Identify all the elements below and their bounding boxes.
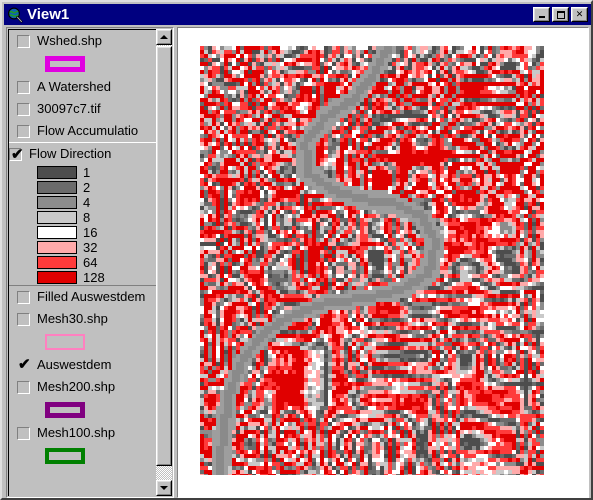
layer-header[interactable]: ✔ Auswestdem [17,354,157,376]
legend-item[interactable]: 4 [9,195,157,210]
polygon-symbol [45,402,85,418]
flow-direction-raster [200,46,544,475]
toc-scrollbar[interactable] [156,29,172,496]
legend-swatch [37,271,77,284]
layer-item[interactable]: ✔ Auswestdem [9,354,157,376]
legend-item[interactable]: 1 [9,165,157,180]
legend-swatch [37,181,77,194]
map-view[interactable] [177,27,589,498]
globe-magnifier-icon [7,7,23,23]
layer-header[interactable]: Mesh200.shp [17,376,157,398]
layer-header[interactable]: A Watershed [17,76,157,98]
checkmark-icon: ✔ [11,145,24,163]
legend-label: 16 [83,225,98,240]
polygon-symbol [45,334,85,350]
layer-name-label: Flow Direction [29,146,112,161]
view-window: View1 ✕ Wshed.shp A Watershed 30097c7.tif F… [0,0,593,500]
maximize-button[interactable] [552,7,569,22]
layer-symbol-row[interactable] [17,330,157,354]
layer-header[interactable]: 30097c7.tif [17,98,157,120]
legend-swatch [37,256,77,269]
legend-swatch [37,211,77,224]
layer-visibility-checkbox[interactable] [17,124,30,138]
client-area: Wshed.shp A Watershed 30097c7.tif Flow Accu… [6,27,589,498]
layer-visibility-checkbox[interactable]: ✔ [9,145,24,163]
scroll-up-arrow[interactable] [156,29,172,45]
title-bar-buttons: ✕ [533,7,588,22]
checkmark-icon: ✔ [18,355,31,373]
legend-label: 32 [83,240,98,255]
layer-name-label: Mesh100.shp [37,425,116,440]
legend-swatch [37,196,77,209]
legend-swatch [37,226,77,239]
layer-name-label: Mesh200.shp [37,379,116,394]
legend-label: 2 [83,180,91,195]
layer-visibility-checkbox[interactable] [17,380,30,394]
legend-item[interactable]: 128 [9,270,157,285]
layer-visibility-checkbox[interactable] [17,312,30,326]
chevron-up-icon [160,35,168,39]
polygon-symbol [45,56,85,72]
legend-swatch [37,241,77,254]
scroll-thumb[interactable] [156,46,172,466]
map-canvas[interactable] [179,29,587,496]
layer-name-label: Filled Auswestdem [37,289,146,304]
layer-item[interactable]: Flow Accumulatio [9,120,157,142]
layer-visibility-checkbox[interactable] [17,102,30,116]
layer-name-label: 30097c7.tif [37,101,101,116]
layer-visibility-checkbox[interactable] [17,426,30,440]
layer-item[interactable]: 30097c7.tif [9,98,157,120]
legend-item[interactable]: 2 [9,180,157,195]
legend-label: 128 [83,270,105,285]
layer-item[interactable]: ✔ Flow Direction 1 2 4 8 16 32 64 128 [9,142,157,286]
close-icon: ✕ [575,9,584,19]
layer-name-label: Wshed.shp [37,33,103,48]
legend-label: 4 [83,195,91,210]
layer-visibility-checkbox[interactable] [17,80,30,94]
layer-name-label: Mesh30.shp [37,311,108,326]
layer-name-label: A Watershed [37,79,111,94]
layer-visibility-checkbox[interactable]: ✔ [17,355,31,373]
title-bar: View1 ✕ [4,4,591,25]
scroll-down-arrow[interactable] [156,480,172,496]
layer-list[interactable]: Wshed.shp A Watershed 30097c7.tif Flow Accu… [8,29,158,496]
legend-label: 8 [83,210,91,225]
layer-header[interactable]: Mesh30.shp [17,308,157,330]
layer-symbol-row[interactable] [17,444,157,468]
chevron-down-icon [160,486,168,490]
layer-visibility-checkbox[interactable] [17,34,30,48]
window-title: View1 [27,6,70,23]
legend-label: 64 [83,255,98,270]
layer-header[interactable]: Filled Auswestdem [17,286,157,308]
layer-visibility-checkbox[interactable] [17,290,30,304]
layer-name-label: Auswestdem [37,357,112,372]
minimize-button[interactable] [533,7,550,22]
layer-item[interactable]: Filled Auswestdem [9,286,157,308]
table-of-contents: Wshed.shp A Watershed 30097c7.tif Flow Accu… [6,27,174,498]
legend-item[interactable]: 8 [9,210,157,225]
legend-item[interactable]: 64 [9,255,157,270]
layer-header[interactable]: Flow Accumulatio [17,120,157,142]
legend-swatch [37,166,77,179]
legend-label: 1 [83,165,91,180]
close-button[interactable]: ✕ [571,7,588,22]
layer-header[interactable]: ✔ Flow Direction [9,143,157,165]
minimize-icon [534,8,549,21]
layer-header[interactable]: Wshed.shp [17,30,157,52]
layer-name-label: Flow Accumulatio [37,123,139,138]
layer-item[interactable]: Mesh100.shp [9,422,157,468]
layer-item[interactable]: Mesh30.shp [9,308,157,354]
legend-item[interactable]: 32 [9,240,157,255]
maximize-icon [553,8,568,21]
layer-symbol-row[interactable] [17,52,157,76]
legend-item[interactable]: 16 [9,225,157,240]
layer-symbol-row[interactable] [17,398,157,422]
polygon-symbol [45,448,85,464]
layer-item[interactable]: A Watershed [9,76,157,98]
layer-item[interactable]: Wshed.shp [9,30,157,76]
layer-item[interactable]: Mesh200.shp [9,376,157,422]
layer-list-items: Wshed.shp A Watershed 30097c7.tif Flow Accu… [9,30,157,468]
layer-header[interactable]: Mesh100.shp [17,422,157,444]
